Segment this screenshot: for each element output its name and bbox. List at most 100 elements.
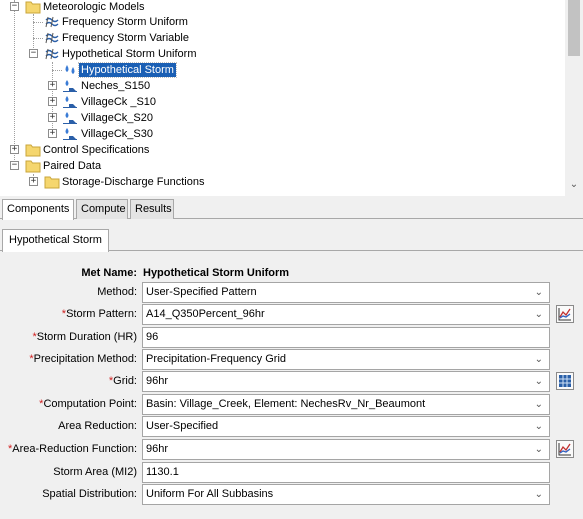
tab-compute[interactable]: Compute [76,199,128,219]
expand-toggle[interactable]: + [48,129,57,138]
component-tree[interactable]: − Meteorologic Models Frequency Storm Un… [0,0,583,196]
area-reduction-function-select[interactable]: 96hr ⌄ [142,439,550,460]
area-reduction-function-row: *Area-Reduction Function: 96hr ⌄ [0,439,583,461]
tree-item-villageck-s10[interactable]: + VillageCk _S10 [0,94,565,110]
tree-item-label: Hypothetical Storm Uniform [62,48,197,60]
grid-icon [559,375,571,387]
vertical-scrollbar[interactable]: ⌄ [565,0,583,196]
expand-toggle[interactable]: + [48,97,57,106]
label-text: Storm Duration (HR) [36,331,137,343]
spatial-distribution-row: Spatial Distribution: Uniform For All Su… [0,484,583,506]
scrollbar-thumb[interactable] [568,0,580,56]
chevron-down-icon: ⌄ [534,376,543,387]
grid-row: *Grid: 96hr ⌄ [0,371,583,393]
area-reduction-select[interactable]: User-Specified ⌄ [142,416,550,437]
tree-item-label: VillageCk _S10 [81,96,157,108]
label-text: Spatial Distribution: [42,488,137,500]
tree-item-villageck-s30[interactable]: + VillageCk_S30 [0,126,565,142]
label-text: Area-Reduction Function: [12,443,137,455]
selected-value: A14_Q350Percent_96hr [146,308,265,320]
tree-item-label: Paired Data [43,160,102,172]
storm-duration-row: *Storm Duration (HR) 96 [0,327,583,349]
precipitation-icon [65,65,75,74]
label-text: Area Reduction: [58,420,137,432]
folder-icon [25,160,41,173]
grid-label: *Grid: [109,375,137,387]
tree-item-label: Frequency Storm Uniform [62,16,188,28]
collapse-toggle[interactable]: − [29,49,38,58]
spatial-distribution-label: Spatial Distribution: [42,488,137,500]
computation-point-row: *Computation Point: Basin: Village_Creek… [0,394,583,416]
tree-item-frequency-storm-uniform[interactable]: Frequency Storm Uniform [0,14,565,30]
tree-item-hypothetical-storm[interactable]: Hypothetical Storm [0,62,565,78]
chevron-down-icon: ⌄ [534,489,543,500]
spatial-distribution-select[interactable]: Uniform For All Subbasins ⌄ [142,484,550,505]
tree-item-villageck-s20[interactable]: + VillageCk_S20 [0,110,565,126]
scroll-down-arrow-icon[interactable]: ⌄ [568,178,580,192]
tree-item-label: Storage-Discharge Functions [62,176,205,188]
computation-point-select[interactable]: Basin: Village_Creek, Element: NechesRv_… [142,394,550,415]
component-editor-tabs: Hypothetical Storm [0,229,583,252]
collapse-toggle[interactable]: − [10,2,19,11]
collapse-toggle[interactable]: − [10,161,19,170]
tree-item-label: Frequency Storm Variable [62,32,189,44]
met-name-value: Hypothetical Storm Uniform [143,267,290,279]
tree-item-meteorologic-models[interactable]: − Meteorologic Models [0,0,565,15]
grid-select[interactable]: 96hr ⌄ [142,371,550,392]
chevron-down-icon: ⌄ [534,309,543,320]
expand-toggle[interactable]: + [29,177,38,186]
tab-components[interactable]: Components [2,199,74,220]
tree-item-frequency-storm-variable[interactable]: Frequency Storm Variable [0,30,565,46]
expand-toggle[interactable]: + [48,113,57,122]
tab-hypothetical-storm[interactable]: Hypothetical Storm [2,229,109,252]
selected-value: User-Specified Pattern [146,286,257,298]
storm-pattern-label: *Storm Pattern: [62,308,137,320]
storm-duration-label: *Storm Duration (HR) [32,331,137,343]
tree-item-storage-discharge-functions[interactable]: + Storage-Discharge Functions [0,174,565,190]
component-editor: Met Name: Hypothetical Storm Uniform Met… [0,252,583,519]
tree-item-paired-data[interactable]: − Paired Data [0,158,565,174]
tree-item-label: VillageCk_S20 [81,112,153,124]
chevron-down-icon: ⌄ [534,287,543,298]
chevron-down-icon: ⌄ [534,354,543,365]
precipitation-method-label: *Precipitation Method: [29,353,137,365]
tree-item-label: VillageCk_S30 [81,128,153,140]
storm-pattern-chart-button[interactable] [556,305,574,323]
selected-value: Basin: Village_Creek, Element: NechesRv_… [146,398,426,410]
folder-icon [44,176,60,189]
storm-duration-field[interactable]: 96 [142,327,550,348]
grid-view-button[interactable] [556,372,574,390]
folder-icon [25,144,41,157]
selected-value: Precipitation-Frequency Grid [146,353,287,365]
area-reduction-label: Area Reduction: [58,420,137,432]
precipitation-method-select[interactable]: Precipitation-Frequency Grid ⌄ [142,349,550,370]
tree-item-control-specifications[interactable]: + Control Specifications [0,142,565,158]
storm-area-row: Storm Area (MI2) 1130.1 [0,462,583,484]
precipitation-method-row: *Precipitation Method: Precipitation-Fre… [0,349,583,371]
storm-area-field[interactable]: 1130.1 [142,462,550,483]
area-reduction-function-chart-button[interactable] [556,440,574,458]
storm-pattern-select[interactable]: A14_Q350Percent_96hr ⌄ [142,304,550,325]
method-label: Method: [97,286,137,298]
method-row: Method: User-Specified Pattern ⌄ [0,282,583,304]
chart-icon [558,308,571,321]
method-select[interactable]: User-Specified Pattern ⌄ [142,282,550,303]
label-text: Grid: [113,375,137,387]
meteorologic-model-icon [45,32,59,44]
tree-item-neches-s150[interactable]: + Neches_S150 [0,78,565,94]
chevron-down-icon: ⌄ [534,444,543,455]
subbasin-icon [63,112,77,124]
tab-results[interactable]: Results [130,199,174,219]
expand-toggle[interactable]: + [48,81,57,90]
watershed-explorer-tabs: Components Compute Results [0,199,583,220]
folder-icon [25,1,41,14]
selected-value: User-Specified [146,420,219,432]
label-text: Storm Pattern: [66,308,137,320]
label-text: Computation Point: [43,398,137,410]
area-reduction-row: Area Reduction: User-Specified ⌄ [0,416,583,438]
tree-item-hypothetical-storm-uniform[interactable]: − Hypothetical Storm Uniform [0,46,565,62]
expand-toggle[interactable]: + [10,145,19,154]
tree-item-label: Meteorologic Models [43,1,145,13]
label-text: Method: [97,286,137,298]
computation-point-label: *Computation Point: [39,398,137,410]
